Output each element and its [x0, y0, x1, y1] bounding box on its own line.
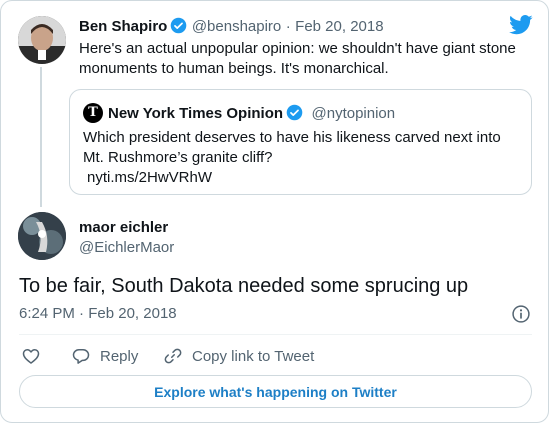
explore-twitter-button[interactable]: Explore what's happening on Twitter — [19, 375, 532, 408]
like-button[interactable] — [21, 345, 50, 367]
original-date[interactable]: Feb 20, 2018 — [295, 18, 383, 35]
verified-badge-icon — [171, 17, 187, 34]
reply-date: Feb 20, 2018 — [88, 305, 177, 322]
reply-button[interactable]: Reply — [71, 345, 138, 367]
thread-connector-line — [40, 67, 42, 207]
reply-handle-row: @EichlerMaor — [79, 239, 174, 257]
original-tweet-text: Here's an actual unpopular opinion: we s… — [79, 39, 519, 79]
explore-label: Explore what's happening on Twitter — [154, 383, 397, 400]
avatar-photo-icon — [18, 212, 66, 260]
original-separator: · — [285, 18, 291, 35]
quoted-link[interactable]: nyti.ms/2HwVRhW — [83, 168, 523, 188]
heart-icon — [22, 349, 40, 364]
quoted-handle[interactable]: @nytopinion — [312, 105, 396, 122]
reply-tweet-text: To be fair, South Dakota needed some spr… — [19, 275, 469, 297]
reply-time: 6:24 PM — [19, 305, 75, 322]
quoted-author-name[interactable]: New York Times Opinion — [108, 105, 283, 122]
quoted-tweet-card[interactable]: T New York Times Opinion @nytopinion Whi… — [69, 89, 532, 195]
maor-eichler-avatar[interactable] — [18, 212, 66, 260]
verified-badge-icon — [286, 104, 303, 121]
info-icon[interactable] — [511, 304, 531, 324]
reply-separator: · — [79, 305, 85, 322]
original-text-line-1: Here's an actual unpopular opinion: we s… — [79, 40, 516, 57]
original-tweet-header: Ben Shapiro @benshapiro · Feb 20, 2018 — [79, 17, 384, 36]
reply-author-name[interactable]: maor eichler — [79, 219, 168, 236]
original-author-name[interactable]: Ben Shapiro — [79, 18, 167, 35]
avatar-photo-icon — [18, 16, 66, 64]
quoted-tweet-text: Which president deserves to have his lik… — [83, 128, 523, 188]
reply-bubble-icon — [72, 349, 90, 364]
quoted-tweet-header: New York Times Opinion @nytopinion — [108, 104, 395, 123]
reply-label: Reply — [100, 347, 139, 365]
ben-shapiro-avatar[interactable] — [18, 16, 66, 64]
original-text-line-2: monuments to human beings. It's monarchi… — [79, 60, 389, 77]
actions-divider — [19, 334, 532, 335]
reply-handle[interactable]: @EichlerMaor — [79, 239, 174, 256]
twitter-bird-icon[interactable] — [509, 15, 533, 35]
copy-link-label: Copy link to Tweet — [192, 347, 315, 365]
reply-timestamp[interactable]: 6:24 PM · Feb 20, 2018 — [19, 305, 177, 322]
reply-author-name-row: maor eichler — [79, 219, 168, 237]
original-handle[interactable]: @benshapiro — [192, 18, 281, 35]
tweet-embed-card: Ben Shapiro @benshapiro · Feb 20, 2018 H… — [0, 0, 549, 423]
nyt-logo-icon: T — [83, 103, 103, 123]
copy-link-button[interactable]: Copy link to Tweet — [163, 345, 314, 367]
quoted-text-line-2: Mt. Rushmore’s granite cliff? — [83, 149, 273, 166]
quoted-text-line-1: Which president deserves to have his lik… — [83, 129, 501, 146]
link-icon — [164, 348, 182, 364]
